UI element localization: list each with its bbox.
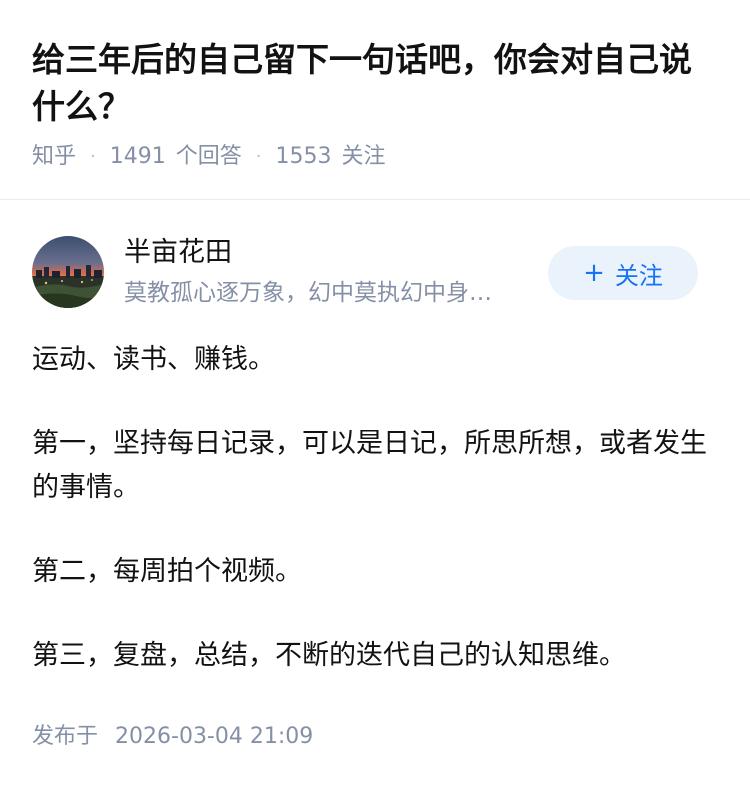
answer-card: 半亩花田 莫教孤心逐万象，幻中莫执幻中身… + 关注 运动、读书、赚钱。 第一，…: [0, 200, 750, 718]
separator-dot: ·: [255, 146, 262, 167]
publish-time: 2026-03-04 21:09: [115, 724, 314, 749]
answer-count-label: 个回答: [175, 144, 242, 169]
author-name[interactable]: 半亩花田: [124, 236, 232, 270]
answer-content: 运动、读书、赚钱。 第一，坚持每日记录，可以是日记，所思所想，或者发生的事情。 …: [0, 318, 750, 678]
question-title[interactable]: 给三年后的自己留下一句话吧，你会对自己说什么？: [32, 36, 722, 130]
source-label[interactable]: 知乎: [32, 142, 76, 172]
publish-info: 发布于 2026-03-04 21:09: [32, 722, 313, 752]
answer-paragraph: 第二，每周拍个视频。: [32, 556, 302, 587]
answer-paragraph: 第三，复盘，总结，不断的迭代自己的认知思维。: [32, 640, 626, 671]
answer-count: 1491: [109, 144, 166, 169]
follower-count-label: 关注: [341, 144, 386, 169]
follow-button-label: 关注: [614, 261, 663, 290]
author-bio: 莫教孤心逐万象，幻中莫执幻中身…: [124, 280, 492, 306]
author-row: 半亩花田 莫教孤心逐万象，幻中莫执幻中身… + 关注: [0, 200, 750, 318]
author-avatar[interactable]: [32, 236, 104, 308]
follower-count: 1553: [275, 144, 332, 169]
question-header: 给三年后的自己留下一句话吧，你会对自己说什么？ 知乎 · 1491 个回答 · …: [0, 0, 750, 172]
question-meta: 知乎 · 1491 个回答 · 1553 关注: [32, 142, 718, 172]
sunset-landscape-avatar-icon: [32, 236, 104, 308]
publish-label: 发布于: [32, 724, 99, 749]
answer-paragraph: 第一，坚持每日记录，可以是日记，所思所想，或者发生的事情。: [32, 428, 707, 503]
follow-button[interactable]: + 关注: [548, 246, 698, 300]
plus-icon: +: [583, 258, 605, 288]
separator-dot: ·: [90, 146, 96, 167]
answer-paragraph: 运动、读书、赚钱。: [32, 344, 275, 375]
